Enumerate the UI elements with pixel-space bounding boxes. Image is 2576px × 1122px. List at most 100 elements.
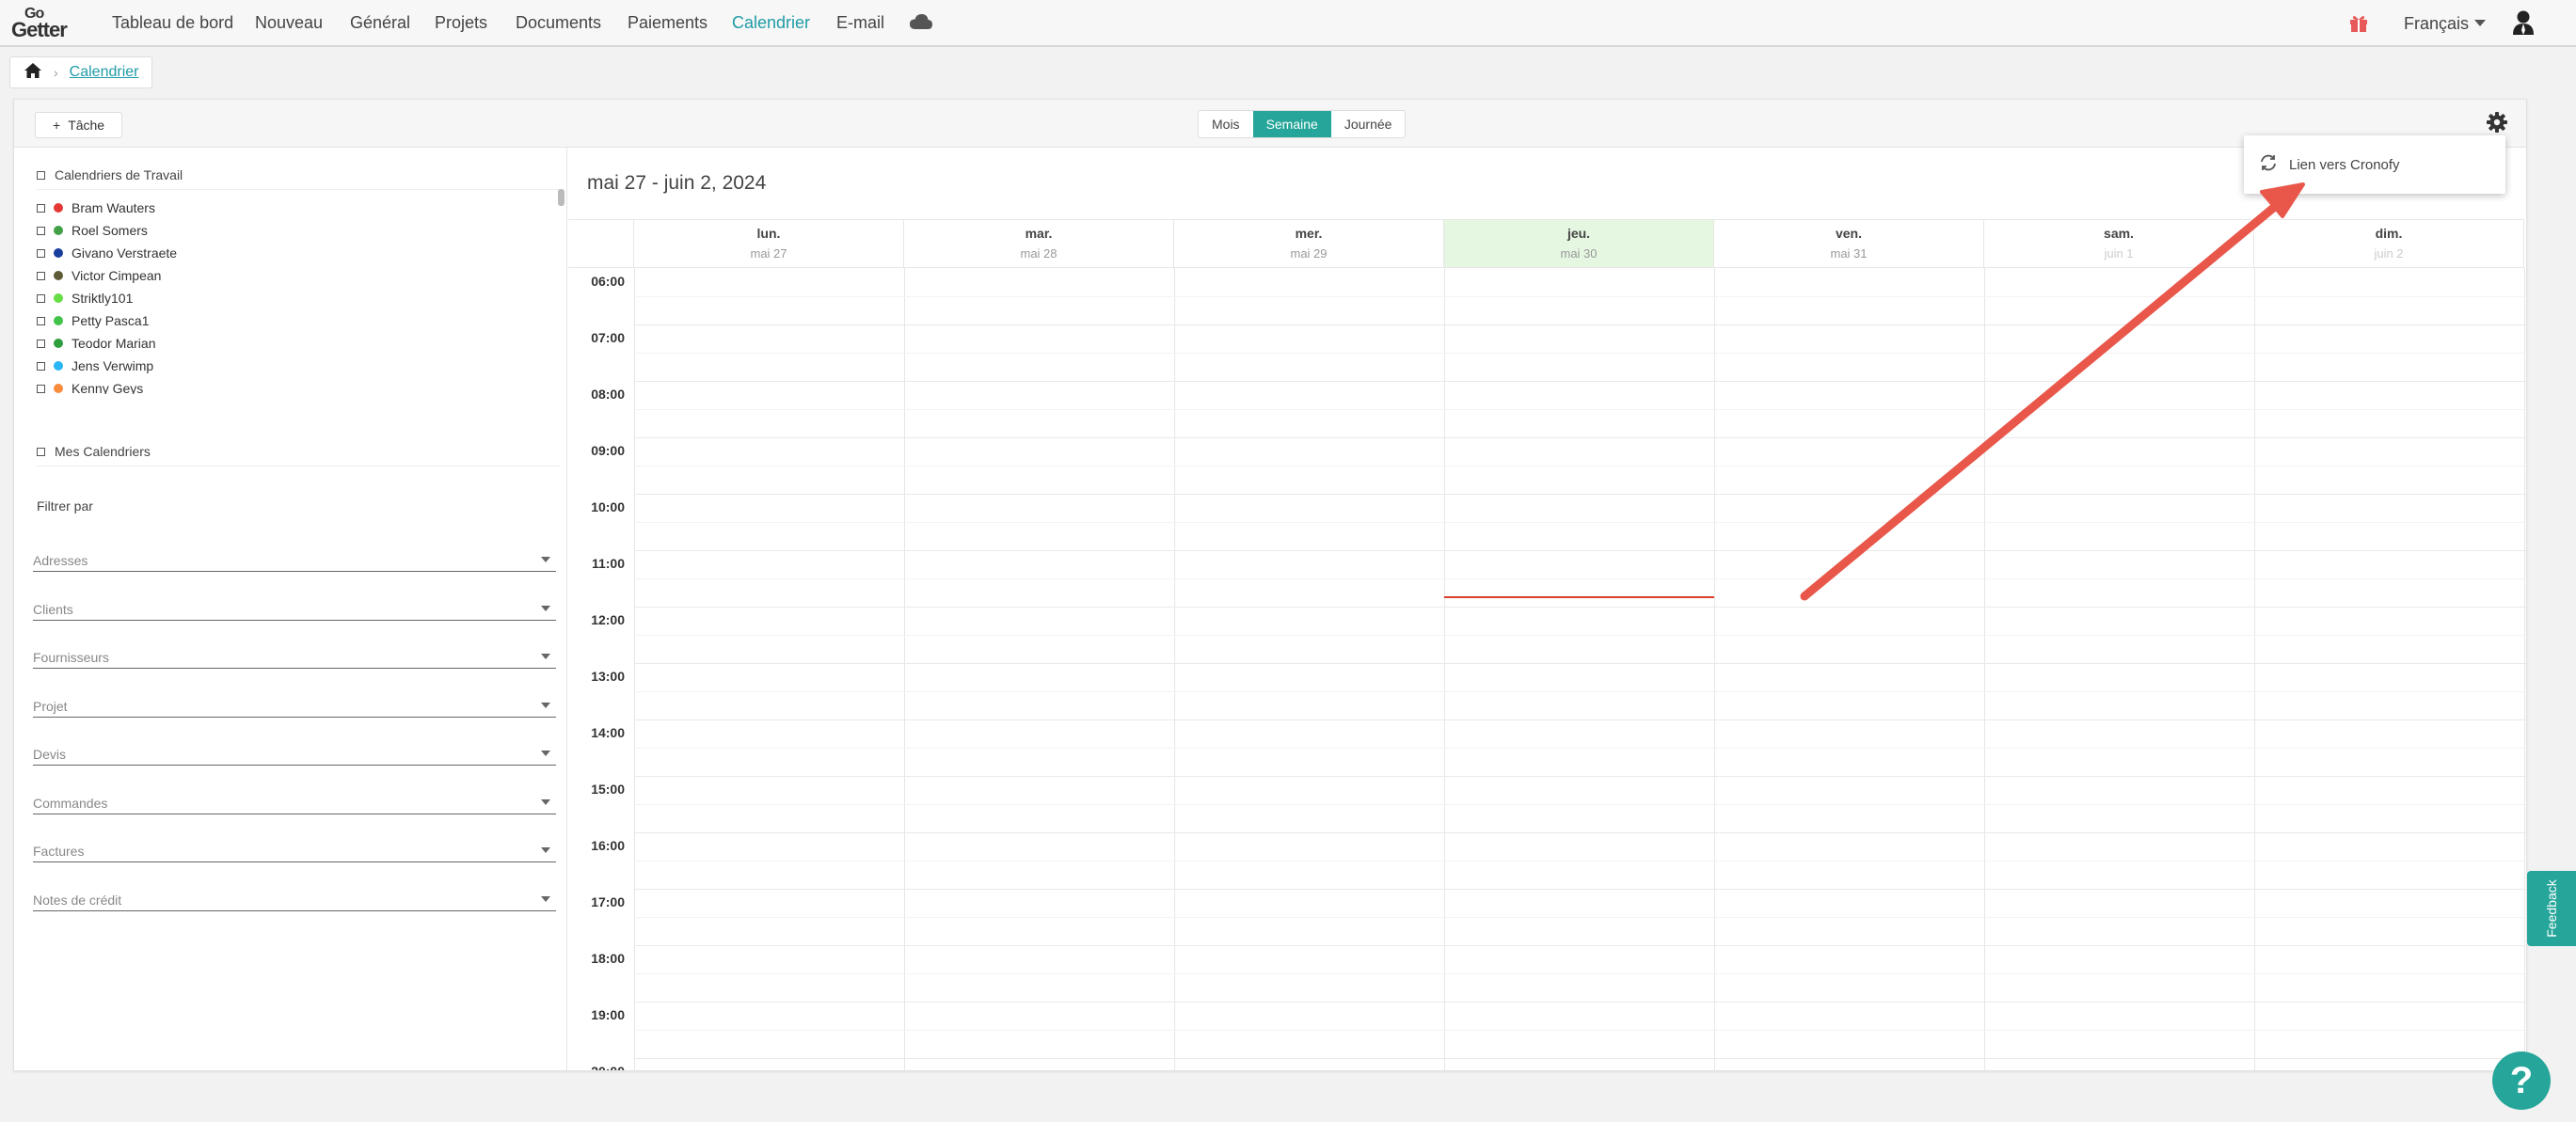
calendar-color-dot [54,384,63,393]
nav-new[interactable]: Nouveau [255,13,323,33]
filter-select[interactable]: Commandes [33,781,556,814]
time-slot-line [634,917,2526,918]
time-slot-line [634,409,2526,410]
calendar-list-item[interactable]: Victor Cimpean [37,264,554,287]
checkbox[interactable] [37,339,45,348]
time-label: 09:00 [591,443,625,458]
checkbox[interactable] [37,361,45,371]
day-date: mai 30 [1560,246,1598,261]
calendar-color-dot [54,203,63,213]
checkbox[interactable] [37,316,45,325]
view-day-button[interactable]: Journée [1331,111,1406,137]
sync-icon [2259,154,2278,175]
checkbox[interactable] [37,248,45,258]
time-label: 14:00 [591,725,625,740]
time-label: 13:00 [591,669,625,684]
time-slot-line [634,635,2526,636]
day-header[interactable]: mar. mai 28 [904,219,1174,268]
nav-payments[interactable]: Paiements [628,13,708,33]
divider [37,189,560,190]
view-switcher: Mois Semaine Journée [1198,110,1407,138]
time-slot-line [634,381,2526,382]
home-icon[interactable] [24,62,42,84]
time-slot-line [634,691,2526,692]
time-label: 07:00 [591,330,625,345]
day-header[interactable]: sam. juin 1 [1984,219,2254,268]
time-label: 06:00 [591,274,625,289]
checkbox[interactable] [37,293,45,303]
time-label: 19:00 [591,1007,625,1022]
filter-label: Devis [33,747,67,762]
day-header[interactable]: ven. mai 31 [1714,219,1984,268]
checkbox[interactable] [37,203,45,213]
time-slot-line [634,522,2526,523]
checkbox[interactable] [37,271,45,280]
time-slot-line [634,324,2526,325]
calendar-list-item[interactable]: Petty Pasca1 [37,309,554,332]
nav-email[interactable]: E-mail [836,13,884,33]
day-date: mai 29 [1290,246,1328,261]
calendar-color-dot [54,316,63,325]
checkbox[interactable] [37,384,45,393]
filter-select[interactable]: Fournisseurs [33,635,556,669]
work-calendars-toggle[interactable]: Calendriers de Travail [37,167,183,182]
my-calendars-toggle[interactable]: Mes Calendriers [37,444,151,459]
nav-calendar[interactable]: Calendrier [732,13,810,33]
filter-select[interactable]: Notes de crédit [33,877,556,911]
calendar-toolbar: + Tâche Mois Semaine Journée [14,100,2526,148]
calendar-list-item[interactable]: Givano Verstraete [37,242,554,264]
logo-bottom-text: Getter [11,18,68,41]
breadcrumb-calendar-link[interactable]: Calendrier [70,64,139,81]
calendar-list-item[interactable]: Teodor Marian [37,332,554,355]
user-icon[interactable] [2512,9,2535,40]
chevron-down-icon [541,702,550,708]
calendar-list-item[interactable]: Striktly101 [37,287,554,309]
filter-select[interactable]: Adresses [33,538,556,572]
chevron-down-icon [541,557,550,562]
calendar-list-item[interactable]: Kenny Geys [37,377,554,394]
filter-select[interactable]: Devis [33,732,556,766]
checkbox[interactable] [37,170,45,180]
calendar-list-item[interactable]: Bram Wauters [37,197,554,219]
list-scrollbar[interactable] [558,189,564,206]
nav-documents[interactable]: Documents [516,13,601,33]
filter-select[interactable]: Factures [33,829,556,862]
cronofy-dropdown-item[interactable]: Lien vers Cronofy [2244,135,2505,194]
day-column-line [904,268,905,1070]
calendar-list-item[interactable]: Roel Somers [37,219,554,242]
date-range-title: mai 27 - juin 2, 2024 [587,172,767,194]
gogetter-logo[interactable]: Go Getter [11,6,83,41]
checkbox[interactable] [37,226,45,235]
day-header[interactable]: mer. mai 29 [1174,219,1444,268]
day-date: juin 1 [2104,246,2134,261]
day-name: ven. [1835,226,1862,241]
time-slot-line [634,550,2526,551]
filter-select[interactable]: Projet [33,684,556,718]
nav-dashboard[interactable]: Tableau de bord [112,13,233,33]
calendar-name: Victor Cimpean [72,268,162,283]
filter-select[interactable]: Clients [33,587,556,621]
nav-projects[interactable]: Projets [435,13,487,33]
day-header[interactable]: lun. mai 27 [634,219,904,268]
chevron-down-icon [541,895,550,902]
gear-icon[interactable] [2486,111,2508,138]
calendar-list-item[interactable]: Jens Verwimp [37,355,554,377]
view-month-button[interactable]: Mois [1199,111,1253,137]
day-header[interactable]: jeu. mai 30 [1444,219,1714,268]
day-column-line [2254,268,2255,1070]
checkbox[interactable] [37,447,45,456]
day-date: mai 27 [750,246,787,261]
view-week-button[interactable]: Semaine [1252,111,1331,137]
day-header[interactable]: dim. juin 2 [2254,219,2524,268]
cloud-icon[interactable] [909,12,933,36]
help-button[interactable]: ? [2492,1051,2551,1110]
time-label: 17:00 [591,894,625,909]
nav-general[interactable]: Général [350,13,410,33]
filter-label: Clients [33,601,73,617]
my-calendars-label: Mes Calendriers [55,444,151,459]
language-dropdown[interactable]: Français [2404,14,2487,34]
add-task-label: Tâche [68,118,105,133]
gift-icon[interactable] [2348,12,2369,38]
add-task-button[interactable]: + Tâche [35,112,123,138]
feedback-tab[interactable]: Feedback [2527,871,2576,946]
